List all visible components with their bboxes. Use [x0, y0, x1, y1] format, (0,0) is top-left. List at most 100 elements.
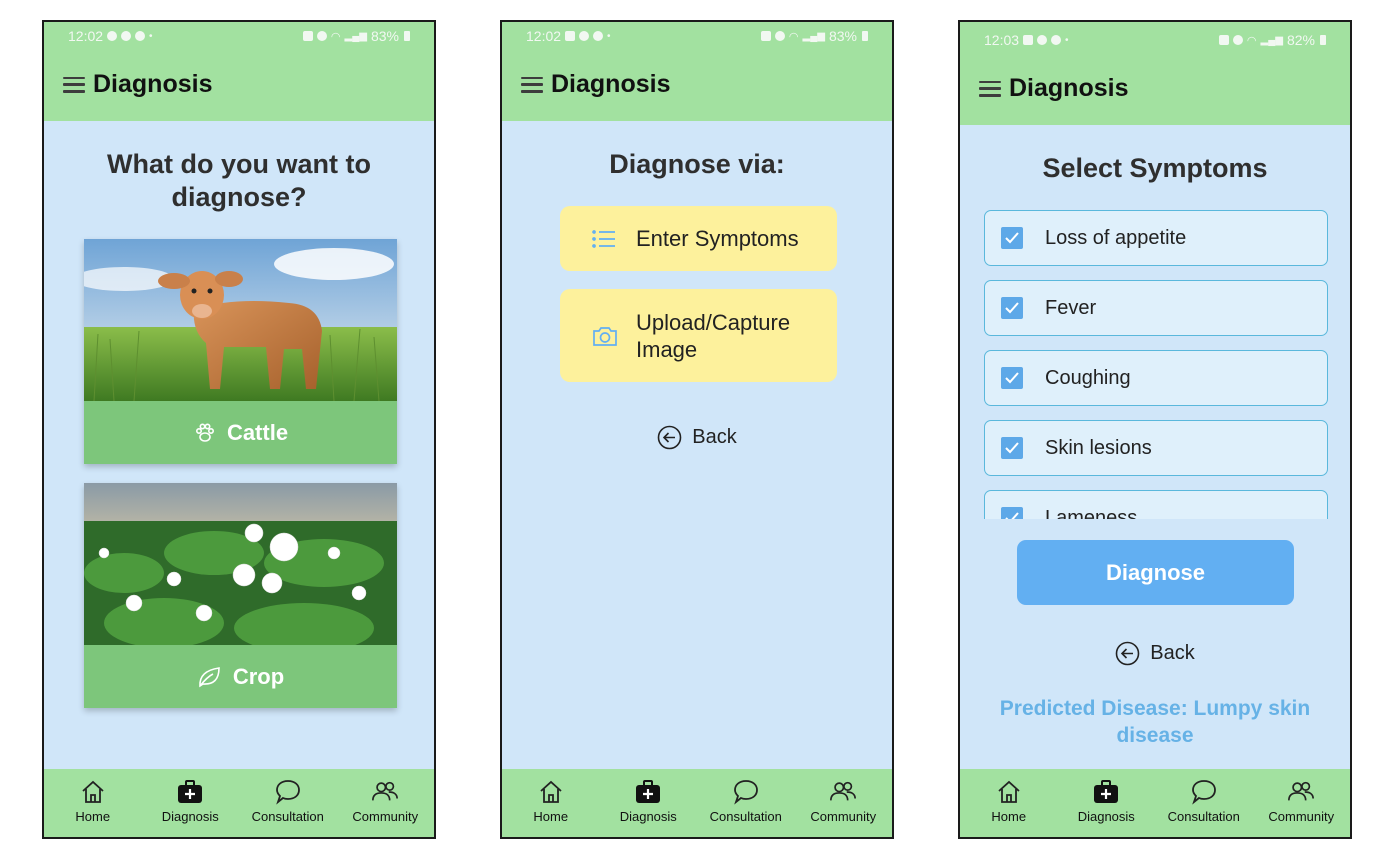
nav-home[interactable]: Home — [502, 769, 600, 837]
back-button[interactable]: Back — [960, 641, 1350, 666]
mute-icon — [1232, 35, 1243, 45]
symptom-item[interactable]: Skin lesions — [984, 420, 1328, 476]
whatsapp-icon — [1037, 35, 1048, 45]
chat-bubble-icon — [733, 780, 758, 805]
nav-community[interactable]: Community — [795, 769, 893, 837]
back-arrow-icon — [657, 425, 682, 450]
menu-icon[interactable] — [521, 76, 543, 93]
page-heading: What do you want to diagnose? — [107, 149, 371, 212]
gallery-icon — [565, 31, 576, 41]
battery-icon — [1320, 35, 1326, 45]
enter-symptoms-label: Enter Symptoms — [636, 226, 799, 251]
nav-home-label: Home — [533, 809, 569, 824]
symptom-item[interactable]: Loss of appetite — [984, 210, 1328, 266]
battery-level: 82% — [1286, 32, 1315, 48]
bottom-navigation: Home Diagnosis Consultation Community — [960, 769, 1350, 837]
checkbox-checked[interactable] — [1001, 297, 1023, 319]
cattle-card[interactable]: Cattle — [84, 239, 397, 464]
status-bar: 12:02 • ◠ ▂▄▆ 83% — [526, 27, 868, 45]
checkbox-checked[interactable] — [1001, 367, 1023, 389]
symptom-item[interactable]: Coughing — [984, 350, 1328, 406]
back-label: Back — [1150, 642, 1195, 664]
whatsapp-icon — [579, 31, 590, 41]
nav-diagnosis-label: Diagnosis — [1077, 809, 1135, 824]
upload-capture-image-button[interactable]: Upload/Capture Image — [560, 289, 837, 382]
diagnose-button[interactable]: Diagnose — [1017, 540, 1294, 605]
nav-consultation[interactable]: Consultation — [697, 769, 795, 837]
battery-level: 83% — [370, 28, 399, 44]
people-icon — [830, 781, 857, 801]
home-icon — [82, 780, 104, 803]
crop-label: Crop — [232, 663, 285, 689]
bottom-navigation: Home Diagnosis Consultation Community — [44, 769, 434, 837]
phone-screen-select-subject: 12:02 • ◠ ▂▄▆ 83% Diagnosis What do you wan… — [42, 20, 436, 839]
nav-consultation[interactable]: Consultation — [1155, 769, 1253, 837]
nav-diagnosis[interactable]: Diagnosis — [142, 769, 240, 837]
signal-icon: ▂▄▆ — [344, 30, 367, 42]
symptom-label: Fever — [1045, 296, 1097, 319]
symptom-item[interactable]: Lameness — [984, 490, 1328, 519]
nav-diagnosis[interactable]: Diagnosis — [600, 769, 698, 837]
wifi-icon: ◠ — [788, 30, 799, 43]
viber-icon — [593, 31, 604, 41]
battery-level: 83% — [828, 28, 857, 44]
nav-community[interactable]: Community — [1253, 769, 1351, 837]
header-title: Diagnosis — [93, 70, 213, 98]
status-time: 12:02 — [68, 28, 104, 44]
page-heading: Diagnose via: — [609, 149, 785, 179]
checkmark-icon — [1005, 512, 1019, 519]
mute-icon — [774, 31, 785, 41]
crop-button[interactable]: Crop — [84, 645, 397, 708]
cotton-field-photo — [84, 483, 397, 645]
app-header: 12:02 • ◠ ▂▄▆ 83% Diagnosis — [44, 22, 434, 121]
header-title: Diagnosis — [1009, 74, 1129, 102]
gallery-icon — [1023, 35, 1034, 45]
battery-icon — [862, 31, 868, 41]
status-time: 12:02 — [526, 28, 562, 44]
leaf-icon — [199, 666, 220, 687]
menu-icon[interactable] — [63, 76, 85, 93]
list-icon — [592, 229, 615, 248]
page-heading: Select Symptoms — [1042, 153, 1268, 183]
enter-symptoms-button[interactable]: Enter Symptoms — [560, 206, 837, 271]
people-icon — [372, 781, 399, 801]
back-arrow-icon — [1115, 641, 1140, 666]
cattle-button[interactable]: Cattle — [84, 401, 397, 464]
symptom-label: Loss of appetite — [1045, 226, 1187, 249]
calf-in-grass-photo — [84, 239, 397, 401]
symptom-label: Coughing — [1045, 366, 1131, 389]
menu-icon[interactable] — [979, 80, 1001, 97]
alarm-icon — [1218, 35, 1229, 45]
nav-diagnosis-label: Diagnosis — [161, 809, 219, 824]
symptom-label: Lameness — [1045, 506, 1138, 520]
header-title: Diagnosis — [551, 70, 671, 98]
predicted-disease-text: Predicted Disease: Lumpy skin disease — [999, 697, 1311, 747]
phone-screen-diagnose-via: 12:02 • ◠ ▂▄▆ 83% Diagnosis Diagnose via: E… — [500, 20, 894, 839]
signal-icon: ▂▄▆ — [1260, 34, 1283, 46]
nav-diagnosis[interactable]: Diagnosis — [1058, 769, 1156, 837]
alarm-icon — [302, 31, 313, 41]
checkmark-icon — [1005, 442, 1019, 454]
nav-home[interactable]: Home — [44, 769, 142, 837]
checkbox-checked[interactable] — [1001, 507, 1023, 519]
nav-home[interactable]: Home — [960, 769, 1058, 837]
home-icon — [998, 780, 1020, 803]
nav-consultation[interactable]: Consultation — [239, 769, 337, 837]
nav-community[interactable]: Community — [337, 769, 435, 837]
snapchat-icon — [135, 31, 146, 41]
symptom-label: Skin lesions — [1045, 436, 1152, 459]
status-bar: 12:02 • ◠ ▂▄▆ 83% — [68, 27, 410, 45]
crop-card[interactable]: Crop — [84, 483, 397, 708]
camera-icon — [593, 326, 617, 346]
mute-icon — [316, 31, 327, 41]
app-header: 12:02 • ◠ ▂▄▆ 83% Diagnosis — [502, 22, 892, 121]
nav-community-label: Community — [1268, 809, 1335, 824]
signal-icon: ▂▄▆ — [802, 30, 825, 42]
checkbox-checked[interactable] — [1001, 227, 1023, 249]
checkbox-checked[interactable] — [1001, 437, 1023, 459]
symptom-item[interactable]: Fever — [984, 280, 1328, 336]
battery-icon — [404, 31, 410, 41]
symptom-list[interactable]: Loss of appetite Fever Coughing Skin les… — [982, 207, 1332, 519]
chat-bubble-icon — [1191, 780, 1216, 805]
back-button[interactable]: Back — [502, 425, 892, 450]
